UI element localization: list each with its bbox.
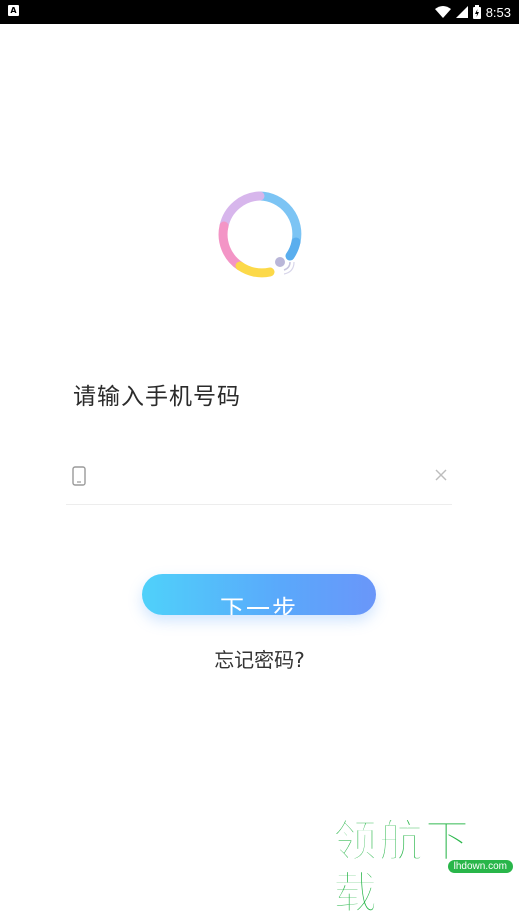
app-logo-icon <box>218 191 302 278</box>
screen: A 8:53 请输入手机号码 下一步 忘记密码? 领航下载 lhdown.com <box>0 0 519 924</box>
status-time: 8:53 <box>485 4 511 20</box>
watermark-domain: lhdown.com <box>447 860 513 873</box>
battery-icon <box>472 5 481 19</box>
next-step-button-label: 下一步 <box>220 595 298 615</box>
next-step-button[interactable]: 下一步 <box>142 574 376 615</box>
phone-number-input[interactable] <box>100 462 424 494</box>
app-notification-icon: A <box>8 5 19 16</box>
phone-prompt-title: 请输入手机号码 <box>73 384 241 410</box>
clear-input-icon[interactable] <box>434 468 448 482</box>
status-indicators: 8:53 <box>434 0 511 24</box>
status-bar: A 8:53 <box>0 0 519 24</box>
site-watermark: 领航下载 lhdown.com <box>333 816 513 920</box>
wifi-icon <box>434 6 451 18</box>
forgot-password-link[interactable]: 忘记密码? <box>0 644 519 673</box>
phone-input-row <box>66 456 452 505</box>
cell-signal-icon <box>455 6 468 18</box>
phone-icon <box>72 466 86 486</box>
